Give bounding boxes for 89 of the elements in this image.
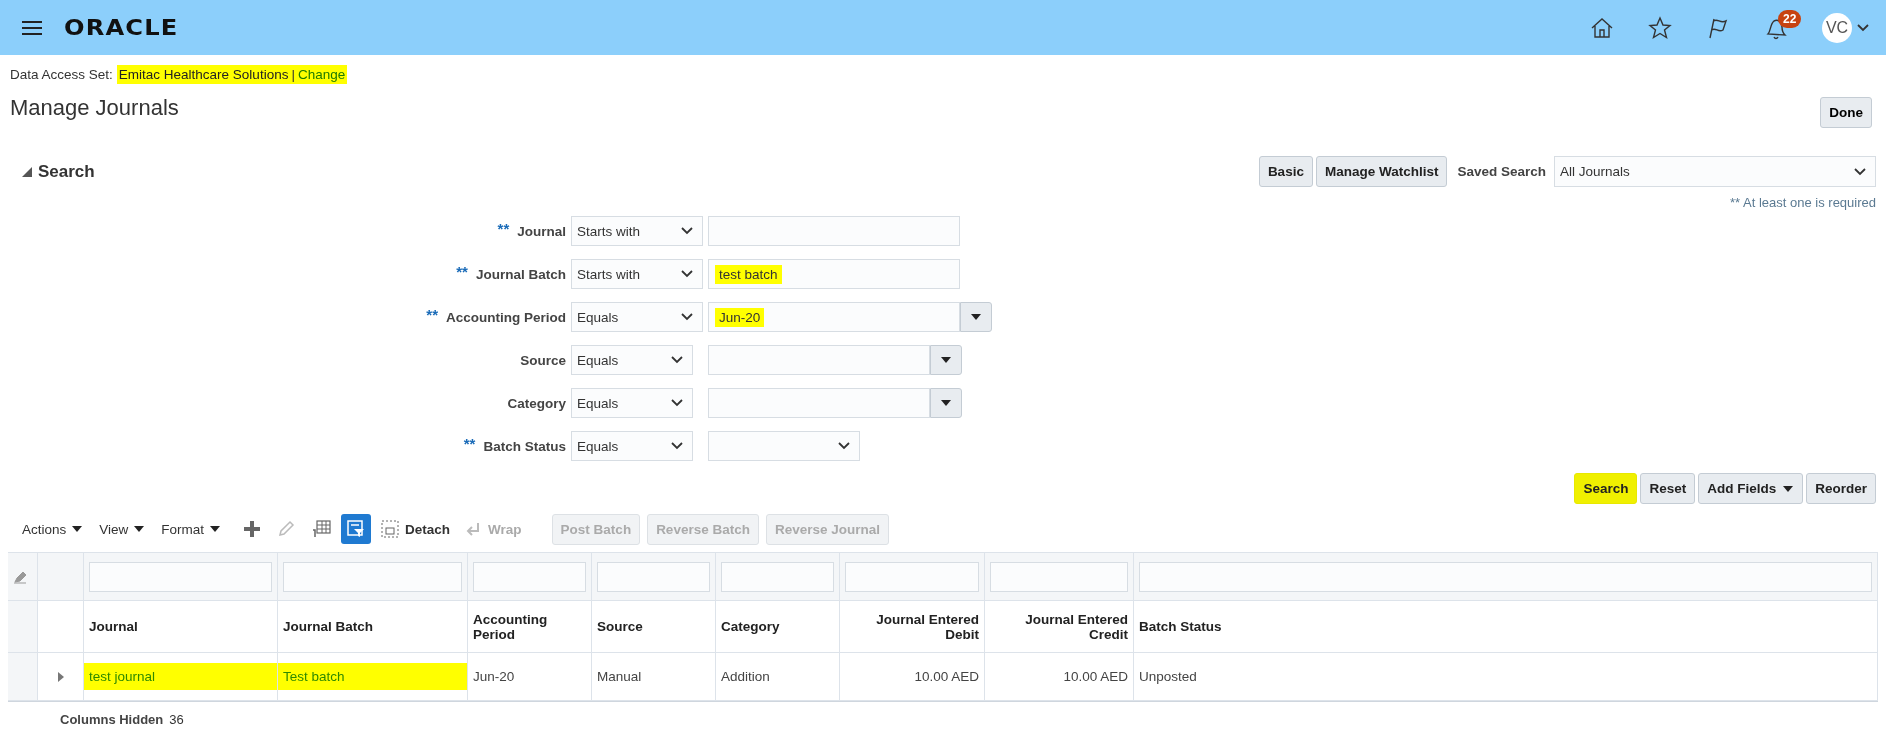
separator-text: | [291,66,295,82]
column-header[interactable]: Batch Status [1134,601,1878,653]
menu-button[interactable]: Format [161,521,222,537]
operator-dropdown[interactable]: Equals [571,431,693,461]
list-button[interactable] [930,388,962,418]
freeze-columns-icon[interactable] [311,519,332,539]
table-cell: 10.00 AED [985,653,1134,701]
dropdown-triangle-icon[interactable] [970,312,982,322]
done-button[interactable]: Done [1820,97,1872,128]
filter-field[interactable] [283,561,462,592]
filter-field[interactable] [1139,561,1872,592]
list-button[interactable] [930,345,962,375]
add-icon[interactable] [243,520,262,538]
operator-dropdown[interactable]: Equals [571,388,693,418]
dropdown-triangle-icon[interactable] [940,398,952,408]
filter-field[interactable] [597,561,710,592]
saved-search-dropdown[interactable]: All Journals [1554,156,1876,187]
star-icon[interactable] [1648,15,1672,40]
input-field[interactable]: Jun-20 [708,302,960,332]
filter-icon [347,520,366,538]
field-label: Batch Status [483,438,566,454]
columns-hidden-count: 36 [169,712,184,727]
required-marker: ** [497,219,510,237]
clear-filter-icon[interactable] [13,569,27,584]
home-icon[interactable] [1590,15,1614,40]
query-by-example-button[interactable] [341,514,372,544]
column-header[interactable]: Category [716,601,840,653]
dropdown-triangle-icon[interactable] [1782,483,1795,494]
columns-hidden-label: Columns Hidden [60,712,164,727]
menu-icon[interactable] [22,19,42,36]
field-label: Journal [517,223,566,239]
column-header[interactable]: Journal Entered Credit [985,601,1134,653]
table-link[interactable]: test journal [89,669,156,684]
input-field[interactable]: test batch [708,259,960,289]
table-link[interactable]: Test batch [283,669,345,684]
page-title: Manage Journals [10,95,179,121]
list-button[interactable] [960,302,992,332]
filter-field[interactable] [845,561,979,592]
operator-dropdown[interactable]: Equals [571,345,693,375]
table-cell: Addition [716,653,840,701]
dropdown-triangle-icon[interactable] [133,524,146,534]
column-header[interactable]: Accounting Period [468,601,592,653]
operator-dropdown[interactable]: Starts with [571,259,703,289]
field-label: Source [520,352,566,368]
required-marker: ** [463,434,476,452]
menu-button[interactable]: View [99,521,146,537]
column-header[interactable]: Source [592,601,716,653]
collapse-triangle-icon[interactable] [22,166,32,177]
action-button[interactable]: Add Fields [1698,473,1804,504]
notification-badge: 22 [1778,9,1802,28]
required-marker: ** [426,305,438,323]
field-label: Accounting Period [446,309,566,325]
dropdown-triangle-icon[interactable] [940,355,952,365]
dropdown-triangle-icon[interactable] [71,524,84,534]
logo[interactable]: ORACLE [64,15,179,40]
filter-field[interactable] [89,561,272,592]
data-access-label: Data Access Set: [10,66,113,82]
field-label: Journal Batch [475,266,566,282]
section-title: Search [38,161,95,182]
required-note: ** At least one is required [1729,195,1876,210]
table-cell: Unposted [1134,653,1878,701]
required-marker: ** [456,262,468,280]
dropdown-triangle-icon[interactable] [209,524,222,534]
action-button[interactable]: Reset [1640,473,1696,504]
toolbar-button[interactable]: Basic [1258,156,1313,187]
detach-button[interactable]: Detach [381,520,451,538]
filter-field[interactable] [473,561,586,592]
action-button[interactable]: Search [1574,473,1638,504]
field-label: Category [507,395,566,411]
input-field[interactable] [708,388,930,418]
detach-icon [381,520,400,538]
filter-field[interactable] [721,561,834,592]
saved-search-label: Saved Search [1457,164,1546,179]
data-access-value: Emitac Healthcare Solutions [118,66,289,82]
table-cell: Manual [592,653,716,701]
operator-dropdown[interactable]: Equals [571,302,703,332]
input-field[interactable] [708,216,960,246]
expand-row-icon[interactable] [55,671,66,682]
filter-field[interactable] [990,561,1128,592]
user-avatar[interactable]: VC [1822,12,1852,43]
operator-dropdown[interactable]: Starts with [571,216,703,246]
menu-button[interactable]: Actions [22,521,84,537]
change-link[interactable]: Change [297,66,346,82]
action-button[interactable]: Reorder [1806,473,1876,504]
table-cell: 10.00 AED [840,653,985,701]
toolbar-button[interactable]: Manage Watchlist [1315,156,1448,187]
input-field[interactable] [708,345,930,375]
column-header[interactable]: Journal Entered Debit [840,601,985,653]
table-cell: Jun-20 [468,653,592,701]
